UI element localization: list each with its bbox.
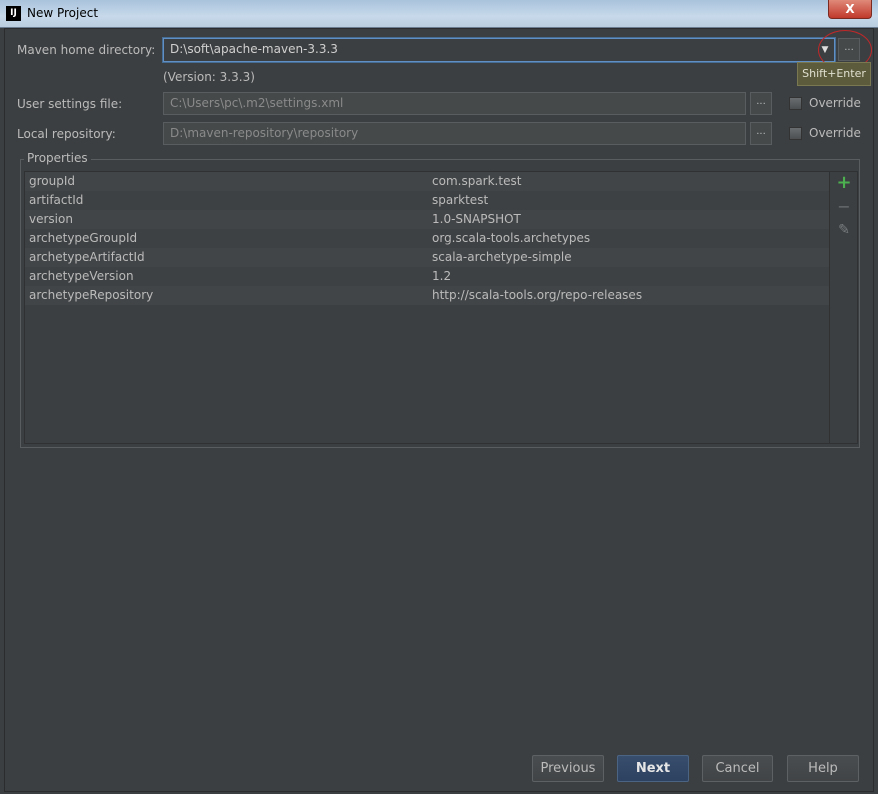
local-repository-browse-button[interactable]: ... (750, 122, 772, 145)
property-value: 1.2 (432, 269, 452, 283)
table-row[interactable]: archetypeRepository http://scala-tools.or… (25, 286, 829, 305)
title-bar: IJ New Project X (0, 0, 878, 28)
property-key: archetypeRepository (29, 288, 154, 302)
next-button[interactable]: Next (617, 755, 689, 782)
remove-icon[interactable]: − (836, 197, 852, 216)
user-settings-override-label: Override (809, 96, 861, 110)
close-button[interactable]: X (828, 0, 872, 19)
previous-button[interactable]: Previous (532, 755, 604, 782)
property-value: com.spark.test (432, 174, 522, 188)
local-repository-label: Local repository: (17, 127, 116, 141)
property-value: org.scala-tools.archetypes (432, 231, 591, 245)
properties-table[interactable]: groupId com.spark.test artifactId sparktes… (24, 171, 830, 444)
edit-icon[interactable]: ✎ (836, 222, 852, 238)
property-value: sparktest (432, 193, 489, 207)
shortcut-tooltip: Shift+Enter (797, 62, 871, 86)
user-settings-input[interactable]: C:\Users\pc\.m2\settings.xml (163, 92, 746, 115)
property-key: archetypeArtifactId (29, 250, 145, 264)
property-value: http://scala-tools.org/repo-releases (432, 288, 643, 302)
maven-home-input[interactable]: D:\soft\apache-maven-3.3.3 (163, 38, 835, 62)
properties-legend: Properties (24, 151, 91, 165)
property-value: scala-archetype-simple (432, 250, 572, 264)
help-button[interactable]: Help (787, 755, 859, 782)
add-icon[interactable]: + (836, 172, 852, 193)
property-key: archetypeVersion (29, 269, 134, 283)
user-settings-label: User settings file: (17, 97, 123, 111)
maven-home-label: Maven home directory: (17, 43, 156, 57)
maven-home-value: D:\soft\apache-maven-3.3.3 (170, 42, 338, 56)
local-repository-override-checkbox[interactable] (789, 127, 802, 140)
local-repository-input[interactable]: D:\maven-repository\repository (163, 122, 746, 145)
intellij-logo-icon: IJ (6, 6, 21, 21)
maven-version-label: (Version: 3.3.3) (163, 70, 255, 84)
window-title: New Project (27, 6, 99, 20)
table-row[interactable]: version 1.0-SNAPSHOT (25, 210, 829, 229)
table-row[interactable]: artifactId sparktest (25, 191, 829, 210)
table-row[interactable]: groupId com.spark.test (25, 172, 829, 191)
property-value: 1.0-SNAPSHOT (432, 212, 521, 226)
cancel-button[interactable]: Cancel (702, 755, 773, 782)
property-key: version (29, 212, 73, 226)
property-key: groupId (29, 174, 76, 188)
table-row[interactable]: archetypeVersion 1.2 (25, 267, 829, 286)
local-repository-override-label: Override (809, 126, 861, 140)
property-key: archetypeGroupId (29, 231, 138, 245)
user-settings-override-checkbox[interactable] (789, 97, 802, 110)
properties-toolbar: + − ✎ (830, 171, 858, 444)
property-key: artifactId (29, 193, 84, 207)
user-settings-browse-button[interactable]: ... (750, 92, 772, 115)
table-row[interactable]: archetypeGroupId org.scala-tools.archetyp… (25, 229, 829, 248)
table-row[interactable]: archetypeArtifactId scala-archetype-simpl… (25, 248, 829, 267)
